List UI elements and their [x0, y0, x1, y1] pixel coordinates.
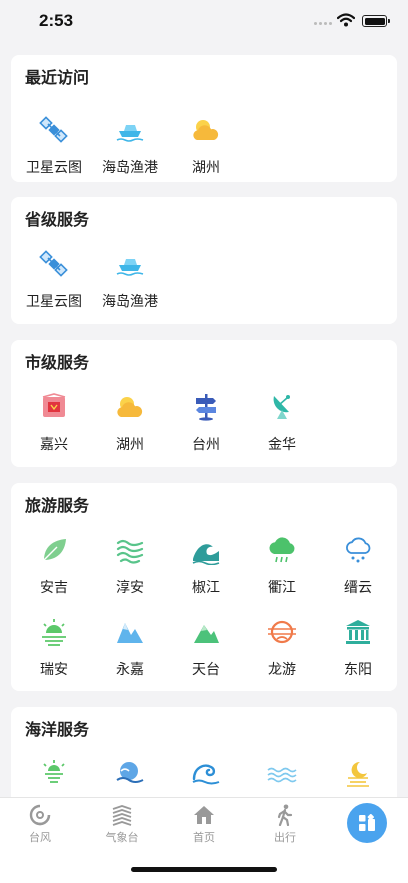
sea-wave-circle-icon [116, 762, 144, 783]
tab-home[interactable]: 首页 [164, 798, 244, 848]
service-label: 永嘉 [116, 662, 144, 678]
satellite-icon [39, 116, 68, 143]
service-item-chunan[interactable]: 淳安 [92, 535, 168, 611]
service-item-qujiang[interactable]: 衢江 [244, 535, 320, 611]
service-item-huzhou[interactable]: 湖州 [168, 115, 244, 191]
signpost-icon [196, 394, 216, 421]
sunrise-icon [42, 619, 66, 646]
home-icon [194, 806, 214, 824]
service-item-ocean-1[interactable] [16, 759, 92, 798]
service-label: 瑞安 [40, 662, 68, 678]
section-title: 旅游服务 [25, 496, 90, 515]
tab-label: 台风 [29, 831, 51, 844]
status-bar: 2:53 [0, 0, 408, 46]
service-item-jiaxing[interactable]: 嘉兴 [16, 392, 92, 468]
section-ocean: 海洋服务 [11, 707, 397, 798]
temple-icon [346, 620, 370, 644]
service-item-jinhua[interactable]: 金华 [244, 392, 320, 468]
ship-icon [116, 125, 144, 142]
service-label: 嘉兴 [40, 437, 68, 453]
section-title: 省级服务 [25, 210, 90, 229]
section-tourism: 旅游服务 安吉 淳安 椒江 衢江 缙云 瑞安 永嘉 天台 龙游 东阳 [11, 483, 397, 691]
service-label: 衢江 [268, 580, 296, 596]
service-label: 海岛渔港 [102, 160, 158, 176]
service-item-anji[interactable]: 安吉 [16, 535, 92, 611]
service-label: 台州 [192, 437, 220, 453]
service-item-ruian[interactable]: 瑞安 [16, 617, 92, 693]
wifi-icon [337, 13, 355, 27]
satellite-icon [39, 250, 68, 277]
service-label: 椒江 [192, 580, 220, 596]
home-indicator [131, 867, 277, 872]
radar-dish-icon [273, 395, 290, 419]
service-item-island-harbor[interactable]: 海岛渔港 [92, 249, 168, 325]
mountain-green-icon [194, 625, 219, 643]
battery-icon [362, 15, 390, 27]
tab-label: 出行 [274, 831, 296, 844]
ripples-icon [267, 767, 297, 783]
service-label: 天台 [192, 662, 220, 678]
service-label: 卫星云图 [26, 160, 82, 176]
service-item-ocean-5[interactable] [320, 759, 396, 798]
section-provincial: 省级服务 卫星云图 海岛渔港 [11, 197, 397, 324]
sun-cloud-icon [117, 397, 143, 417]
service-label: 龙游 [268, 662, 296, 678]
service-label: 东阳 [344, 662, 372, 678]
service-item-jiaojiang[interactable]: 椒江 [168, 535, 244, 611]
service-item-jinyun[interactable]: 缙云 [320, 535, 396, 611]
apps-icon [359, 814, 375, 831]
service-item-island-harbor[interactable]: 海岛渔港 [92, 115, 168, 191]
service-item-tiantai[interactable]: 天台 [168, 617, 244, 693]
service-item-taizhou[interactable]: 台州 [168, 392, 244, 468]
wind-waves-icon [116, 539, 144, 564]
service-label: 湖州 [116, 437, 144, 453]
flag-icon [42, 393, 66, 417]
ship-icon [116, 259, 144, 276]
service-item-yongjia[interactable]: 永嘉 [92, 617, 168, 693]
section-title: 最近访问 [25, 68, 90, 87]
service-label: 湖州 [192, 160, 220, 176]
tab-travel[interactable]: 出行 [245, 798, 325, 848]
rain-cloud-icon [269, 537, 295, 563]
lighthouse-icon [43, 760, 65, 783]
leaf-icon [43, 539, 66, 561]
service-item-ocean-2[interactable] [92, 759, 168, 798]
wave-icon [192, 544, 220, 565]
service-label: 安吉 [40, 580, 68, 596]
mountain-icon [117, 623, 143, 643]
service-label: 卫星云图 [26, 294, 82, 310]
typhoon-icon [29, 804, 51, 826]
walking-icon [277, 804, 293, 826]
sun-cloud-icon [193, 120, 219, 140]
section-recent: 最近访问 卫星云图 海岛渔港 湖州 [11, 55, 397, 182]
moon-waves-icon [347, 761, 369, 787]
service-label: 缙云 [344, 580, 372, 596]
apps-button[interactable] [347, 803, 387, 843]
tab-label: 首页 [193, 831, 215, 844]
service-item-ocean-4[interactable] [244, 759, 320, 798]
service-item-satellite[interactable]: 卫星云图 [16, 115, 92, 191]
section-title: 海洋服务 [25, 720, 90, 739]
section-title: 市级服务 [25, 353, 90, 372]
service-item-ocean-3[interactable] [168, 759, 244, 798]
service-item-satellite[interactable]: 卫星云图 [16, 249, 92, 325]
service-label: 淳安 [116, 580, 144, 596]
ring-icon [268, 620, 296, 644]
wave-curl-icon [192, 764, 220, 785]
service-item-longyou[interactable]: 龙游 [244, 617, 320, 693]
cellular-signal-icon [314, 22, 332, 25]
tab-typhoon[interactable]: 台风 [0, 798, 80, 848]
service-item-huzhou[interactable]: 湖州 [92, 392, 168, 468]
service-label: 海岛渔港 [102, 294, 158, 310]
observatory-icon [112, 805, 132, 826]
status-time: 2:53 [39, 11, 74, 30]
service-item-dongyang[interactable]: 东阳 [320, 617, 396, 693]
section-city: 市级服务 嘉兴 湖州 台州 金华 [11, 340, 397, 467]
tab-label: 气象台 [105, 831, 139, 844]
scroll-content[interactable]: 最近访问 卫星云图 海岛渔港 湖州 省级服务 卫星云图 海岛渔港 市级服务 嘉兴… [0, 46, 408, 798]
tab-observatory[interactable]: 气象台 [82, 798, 162, 848]
rain-cloud-outline-icon [346, 537, 371, 563]
service-label: 金华 [268, 437, 296, 453]
